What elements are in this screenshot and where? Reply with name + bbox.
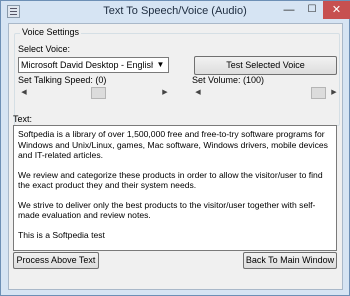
text-paragraph: This is a Softpedia test — [18, 229, 105, 240]
client-area: Voice Settings Select Voice: Microsoft D… — [8, 23, 343, 290]
speed-slider-thumb[interactable] — [91, 87, 106, 99]
app-window: Text To Speech/Voice (Audio) — ☐ ✕ Voice… — [0, 0, 350, 296]
minimize-button[interactable]: — — [277, 1, 301, 19]
voice-settings-label: Voice Settings — [20, 27, 82, 37]
text-paragraph: Softpedia is a library of over 1,500,000… — [18, 129, 328, 160]
maximize-button[interactable]: ☐ — [301, 1, 323, 19]
text-label: Text: — [13, 114, 33, 124]
voice-dropdown-value: Microsoft David Desktop - English (Unit — [21, 60, 153, 70]
arrow-left-icon[interactable]: ◀ — [192, 86, 204, 100]
close-button[interactable]: ✕ — [323, 1, 350, 19]
arrow-right-icon[interactable]: ▶ — [159, 86, 171, 100]
chevron-down-icon[interactable]: ▼ — [153, 58, 168, 72]
text-paragraph: We strive to deliver only the best produ… — [18, 199, 316, 221]
speech-text-area[interactable]: Softpedia is a library of over 1,500,000… — [13, 125, 337, 251]
speed-slider[interactable]: ◀ ▶ — [18, 86, 171, 100]
test-voice-button[interactable]: Test Selected Voice — [194, 56, 337, 75]
process-text-button[interactable]: Process Above Text — [13, 252, 99, 269]
volume-slider[interactable]: ◀ ▶ — [192, 86, 340, 100]
volume-label: Set Volume: (100) — [192, 75, 265, 85]
text-paragraph: We review and categorize these products … — [18, 169, 323, 191]
select-voice-label: Select Voice: — [18, 44, 71, 54]
voice-dropdown[interactable]: Microsoft David Desktop - English (Unit … — [18, 57, 169, 73]
arrow-left-icon[interactable]: ◀ — [18, 86, 30, 100]
volume-slider-thumb[interactable] — [311, 87, 326, 99]
arrow-right-icon[interactable]: ▶ — [328, 86, 340, 100]
title-bar[interactable]: Text To Speech/Voice (Audio) — ☐ ✕ — [1, 1, 350, 23]
speed-label: Set Talking Speed: (0) — [18, 75, 107, 85]
back-to-main-button[interactable]: Back To Main Window — [243, 252, 337, 269]
